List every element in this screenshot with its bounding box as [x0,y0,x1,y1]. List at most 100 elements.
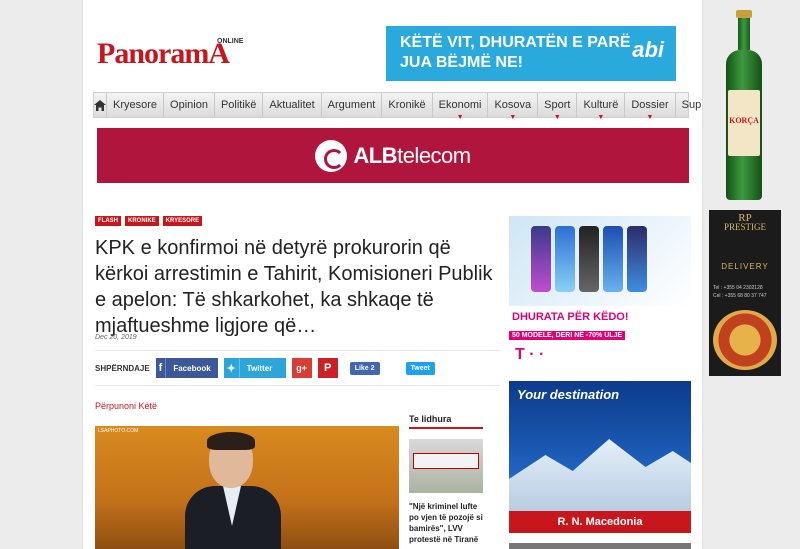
nav-label: Kryesore [113,99,158,111]
prestige-restaurant-ad[interactable]: RP PRESTIGE DELIVERY Tel : +355 04 23021… [709,210,781,376]
main-navigation: Kryesore Opinion Politikë Aktualitet Arg… [93,92,702,121]
chevron-down-icon: ▼ [509,114,517,121]
nav-label: Kronikë [388,99,426,111]
article-tags: FLASH KRONIKE KRYESORE [95,216,203,226]
telekom-ad-sub: 50 MODELE, DERI NË -70% ULJE [509,331,626,340]
nav-label: Dossier [631,99,669,111]
nav-label: Opinion [170,99,208,111]
googleplus-share-button[interactable]: g+ [291,358,312,378]
abi-ad-line1: KËTË VIT, DHURATËN E PARË [400,34,631,51]
next-ad[interactable] [509,543,691,549]
phone-image [627,226,647,292]
logo-text: PanoramA [97,37,230,70]
telekom-ad[interactable]: DHURATA PËR KËDO! 50 MODELE, DERI NË -70… [509,216,691,366]
abi-ad-line2: JUA BËJMË NE! [400,54,523,71]
googleplus-icon: g+ [296,363,308,373]
albtelecom-logo-icon [315,139,348,172]
facebook-like-button[interactable]: Like 2 [349,361,380,375]
twitter-share-label: Twitter [246,363,273,373]
related-thumbnail[interactable] [409,439,483,493]
alb-brand-rest: telecom [397,142,471,168]
nav-item-aktualitet[interactable]: Aktualitet [263,93,322,117]
phones-image [509,216,691,306]
nav-item-kosova[interactable]: Kosova ▼ [488,93,539,121]
pinterest-share-button[interactable]: P [317,358,338,378]
prestige-tel: Tel : +355 04 2302128 [713,285,763,291]
related-articles: Te lidhura "Një kriminel lufte po vjen t… [409,414,483,545]
related-heading: Te lidhura [409,414,483,429]
abi-logo: abi [632,37,664,62]
tag-flash[interactable]: FLASH [95,216,121,226]
prestige-phones: Tel : +355 04 2302128 Cel : +355 68 80 3… [713,284,767,300]
prestige-delivery: DELIVERY [721,262,769,271]
logo-online: ONLINE [217,38,244,45]
nav-item-kronike[interactable]: Kronikë [382,93,433,117]
like-label: Like 2 [354,364,375,372]
nav-item-kryesore[interactable]: Kryesore [107,93,165,117]
nav-home[interactable] [94,93,107,117]
prestige-name: PRESTIGE [723,222,766,232]
related-title[interactable]: "Një kriminel lufte po vjen të pozojë si… [409,501,483,545]
article-date: Dec 20, 2019 [95,334,137,341]
chevron-down-icon: ▼ [553,114,561,121]
share-bar: SHPËRNDAJE f Facebook ✦ Twitter g+ P Lik… [95,350,500,386]
nav-item-suplemente[interactable]: Suplemente▼ [676,93,702,117]
nav-item-argument[interactable]: Argument [322,93,383,117]
facebook-share-label: Facebook [173,363,211,373]
albtelecom-ad-banner[interactable]: ALBtelecom [97,128,689,183]
share-label: SHPËRNDAJE [95,363,150,373]
home-icon [94,99,106,111]
facebook-share-button[interactable]: f Facebook [155,358,218,378]
tag-kronike[interactable]: KRONIKE [125,216,159,226]
tag-kryesore[interactable]: KRYESORE [162,216,203,226]
macedonia-ad-bar: R. N. Macedonia [509,511,691,533]
chevron-down-icon: ▼ [456,114,464,121]
nav-label: Ekonomi [438,99,482,111]
phone-image [555,226,575,292]
alb-brand-bold: ALB [353,142,398,168]
person-hair [207,432,255,450]
macedonia-tourism-ad[interactable]: Your destination R. N. Macedonia [509,381,691,533]
site-logo[interactable]: PanoramA ONLINE [97,38,277,70]
pizza-image [713,310,777,370]
nav-item-opinion[interactable]: Opinion [164,93,215,117]
mountain-image [509,439,691,511]
nav-label: Sport [544,99,571,111]
nav-label: Aktualitet [269,99,315,111]
abi-ad-banner[interactable]: KËTË VIT, DHURATËN E PARË JUA BËJMË NE! … [386,26,676,81]
nav-item-dossier[interactable]: Dossier ▼ [625,93,676,121]
telekom-ad-title: DHURATA PËR KËDO! [509,310,639,324]
korca-beer-ad[interactable]: KORÇA [714,10,774,200]
telekom-ad-text: DHURATA PËR KËDO! 50 MODELE, DERI NË -70… [509,310,639,340]
twitter-icon: ✦ [224,358,240,378]
bottle-cap [736,10,752,18]
chevron-down-icon: ▼ [597,114,605,121]
twitter-share-button[interactable]: ✦ Twitter [223,358,286,378]
facebook-icon: f [156,358,167,378]
page-container: PanoramA ONLINE KËTË VIT, DHURATËN E PAR… [82,0,703,549]
beer-brand: KORÇA [729,116,759,125]
nav-item-ekonomi[interactable]: Ekonomi ▼ [433,93,489,121]
pinterest-icon: P [324,362,332,374]
article-headline: KPK e konfirmoi në detyrë prokurorin që … [95,237,493,337]
telekom-logo: T · · [515,346,545,363]
photo-person [185,432,281,549]
phone-image [603,226,623,292]
nav-label: Suplemente [681,99,702,111]
nav-label: Argument [327,99,376,111]
nav-item-politike[interactable]: Politikë [215,93,264,117]
nav-label: Kulturë [583,99,619,111]
related-protest-sign [413,453,479,469]
phone-image [531,226,551,292]
tweet-button[interactable]: Tweet [405,361,435,375]
nav-item-sport[interactable]: Sport ▼ [538,93,578,121]
chevron-down-icon: ▼ [646,114,654,121]
nav-label: Kosova [494,99,532,111]
phone-image [579,226,599,292]
article-photo: LSAPHOTO.COM [95,426,399,549]
prestige-cel: Cel : +355 68 80 37 747 [713,293,767,299]
nav-item-kulture[interactable]: Kulturë ▼ [577,93,626,121]
perpunoni-link[interactable]: Përpunoni Këtë [95,401,157,411]
tweet-label: Tweet [410,364,430,372]
macedonia-ad-title: Your destination [517,387,620,402]
